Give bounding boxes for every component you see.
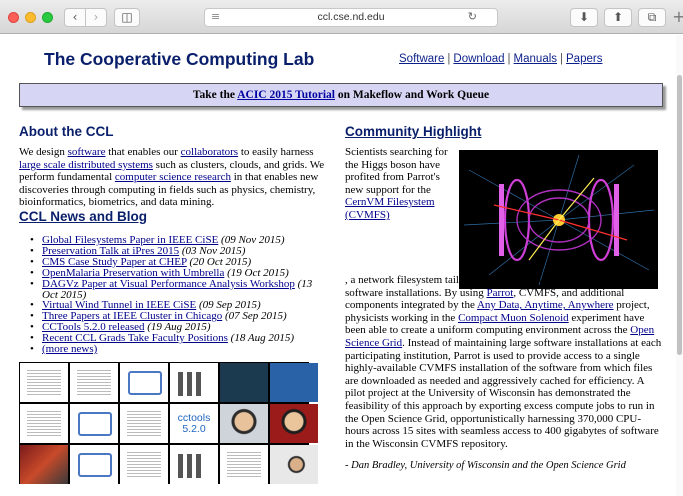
- page-content: The Cooperative Computing Lab Software | D…: [0, 35, 683, 496]
- share-button[interactable]: ⬆: [604, 8, 632, 27]
- highlight-heading[interactable]: Community Highlight: [345, 124, 481, 139]
- photo-thumbnail[interactable]: [270, 445, 318, 484]
- address-bar[interactable]: ≡ ccl.cse.nd.edu ↻: [204, 8, 498, 27]
- news-date: (18 Aug 2015): [230, 332, 295, 345]
- journal-cover-thumbnail[interactable]: [270, 363, 318, 402]
- news-heading[interactable]: CCL News and Blog: [19, 209, 147, 224]
- site-title: The Cooperative Computing Lab: [44, 49, 315, 69]
- news-list: Global Filesystems Paper in IEEE CiSE (0…: [19, 235, 319, 355]
- highlight-text: Scientists searching for the Higgs boson…: [345, 146, 448, 196]
- paper-thumbnail[interactable]: [120, 445, 168, 484]
- portrait-thumbnail[interactable]: [220, 404, 268, 443]
- url-text: ccl.cse.nd.edu: [317, 11, 385, 23]
- news-item: DAGVz Paper at Visual Performance Analys…: [19, 278, 319, 301]
- tabs-icon: ⧉: [647, 10, 657, 24]
- highlight-quote: - Dan Bradley, University of Wisconsin a…: [345, 460, 626, 471]
- about-text: that enables our: [105, 146, 181, 158]
- cms-link[interactable]: Compact Muon Solenoid: [458, 312, 569, 324]
- cs-research-link[interactable]: computer science research: [115, 171, 231, 183]
- paper-thumbnail[interactable]: [20, 363, 68, 402]
- diagram-thumbnail[interactable]: [120, 363, 168, 402]
- back-button[interactable]: ‹: [64, 8, 86, 27]
- paper-thumbnail[interactable]: [220, 445, 268, 484]
- about-text: to easily harness: [238, 146, 314, 158]
- paper-thumbnail[interactable]: [120, 404, 168, 443]
- software-link[interactable]: software: [68, 146, 106, 158]
- sidebar-button[interactable]: ◫: [114, 8, 140, 27]
- about-paragraph: We design software that enables our coll…: [19, 146, 335, 209]
- detector-thumbnail[interactable]: [20, 445, 68, 484]
- diagram-thumbnail[interactable]: [70, 404, 118, 443]
- plus-icon: +: [672, 7, 683, 26]
- close-window-button[interactable]: [8, 12, 19, 23]
- news-date: (07 Sep 2015): [224, 310, 287, 323]
- chevron-right-icon: ›: [93, 10, 99, 24]
- chart-thumbnail[interactable]: [170, 445, 218, 484]
- portrait-thumbnail[interactable]: [270, 404, 318, 443]
- browser-toolbar: ‹ › ◫ ≡ ccl.cse.nd.edu ↻ ⬇ ⬆ ⧉ +: [0, 0, 683, 34]
- forward-button[interactable]: ›: [85, 8, 107, 27]
- distributed-systems-link[interactable]: large scale distributed systems: [19, 159, 153, 171]
- thumbnail-grid: cctools 5.2.0: [19, 362, 318, 484]
- new-tab-button[interactable]: +: [668, 9, 683, 28]
- sidebar-icon: ◫: [121, 10, 133, 24]
- downloads-button[interactable]: ⬇: [570, 8, 598, 27]
- journal-cover-thumbnail[interactable]: [220, 363, 268, 402]
- nav-download-link[interactable]: Download: [453, 53, 504, 65]
- about-text: We design: [19, 146, 68, 158]
- tutorial-banner: Take the ACIC 2015 Tutorial on Makeflow …: [19, 83, 663, 107]
- nav-software-link[interactable]: Software: [399, 53, 444, 65]
- diagram-thumbnail[interactable]: [70, 445, 118, 484]
- reload-icon[interactable]: ↻: [468, 10, 477, 23]
- any-data-link[interactable]: Any Data, Anytime, Anywhere: [477, 299, 614, 311]
- paper-thumbnail[interactable]: [70, 363, 118, 402]
- about-heading: About the CCL: [19, 124, 114, 139]
- download-icon: ⬇: [578, 10, 590, 24]
- parrot-link[interactable]: Parrot: [486, 287, 513, 299]
- more-news-link[interactable]: (more news): [42, 343, 97, 355]
- banner-prefix: Take the: [192, 89, 238, 101]
- tab-overview-button[interactable]: ⧉: [638, 8, 666, 27]
- scroll-thumb[interactable]: [677, 75, 682, 355]
- zoom-window-button[interactable]: [42, 12, 53, 23]
- tutorial-link[interactable]: ACIC 2015 Tutorial: [237, 89, 335, 101]
- nav-manuals-link[interactable]: Manuals: [514, 53, 557, 65]
- highlight-text: . Instead of maintaining large software …: [345, 336, 662, 450]
- nav-separator: |: [560, 53, 564, 65]
- cctools-thumbnail[interactable]: cctools 5.2.0: [170, 404, 218, 443]
- higgs-collision-graphic: [459, 150, 658, 289]
- news-item: (more news): [19, 344, 319, 355]
- top-navigation: Software | Download | Manuals | Papers: [399, 53, 602, 65]
- banner-suffix: on Makeflow and Work Queue: [334, 89, 490, 101]
- highlight-body: , a network filesystem tailored to provi…: [345, 274, 663, 450]
- nav-separator: |: [507, 53, 511, 65]
- nav-papers-link[interactable]: Papers: [566, 53, 602, 65]
- minimize-window-button[interactable]: [25, 12, 36, 23]
- paper-thumbnail[interactable]: [20, 404, 68, 443]
- page-scrollbar[interactable]: [676, 35, 683, 496]
- cvmfs-link[interactable]: CernVM Filesystem (CVMFS): [345, 196, 435, 221]
- collaborators-link[interactable]: collaborators: [181, 146, 238, 158]
- chevron-left-icon: ‹: [72, 10, 78, 24]
- share-icon: ⬆: [612, 10, 624, 24]
- chart-thumbnail[interactable]: [170, 363, 218, 402]
- cms-event-image: [459, 150, 658, 289]
- highlight-intro: Scientists searching for the Higgs boson…: [345, 146, 448, 222]
